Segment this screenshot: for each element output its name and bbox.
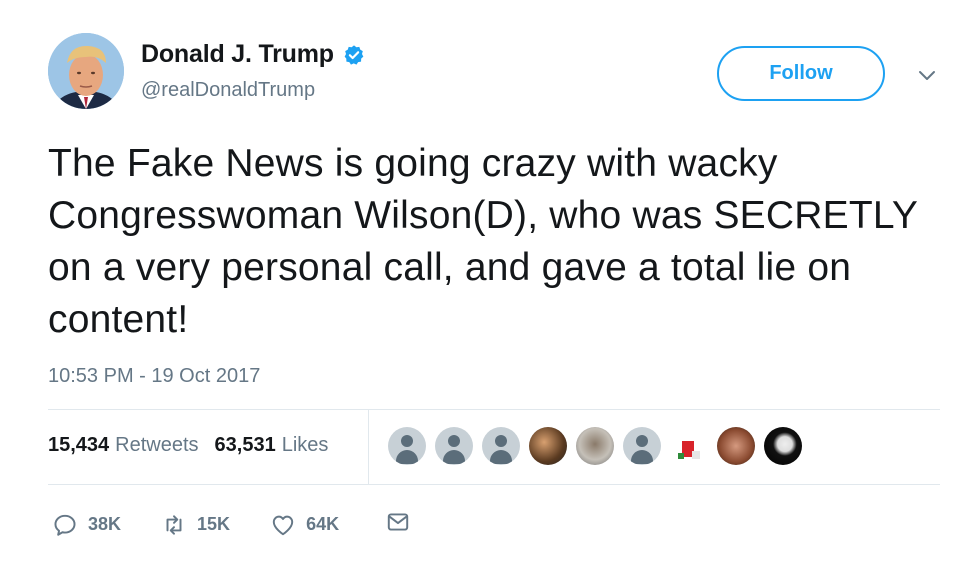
liker-avatar[interactable] (529, 427, 567, 465)
like-button[interactable]: 64K (270, 512, 339, 538)
tweet-actions: 38K 15K 64K (52, 509, 411, 540)
divider (48, 409, 940, 410)
liker-avatar[interactable] (388, 427, 426, 465)
liker-avatar[interactable] (717, 427, 755, 465)
envelope-icon (387, 513, 409, 531)
tweet-text: The Fake News is going crazy with wacky … (48, 142, 918, 341)
retweet-button[interactable]: 15K (161, 512, 230, 538)
liker-avatar[interactable] (764, 427, 802, 465)
retweets-stat[interactable]: 15,434 Retweets (48, 434, 199, 457)
reply-icon (54, 514, 76, 536)
tweet-stats: 15,434 Retweets 63,531 Likes (48, 434, 328, 457)
liker-avatar[interactable] (623, 427, 661, 465)
likes-label: Likes (281, 434, 329, 456)
retweets-label: Retweets (115, 434, 199, 456)
likes-stat[interactable]: 63,531 Likes (215, 434, 329, 457)
retweet-count: 15K (197, 514, 231, 534)
heart-icon (272, 515, 294, 535)
divider (48, 484, 940, 485)
retweet-icon (166, 514, 182, 535)
reply-count: 38K (88, 514, 122, 534)
retweets-count: 15,434 (48, 434, 110, 456)
verified-badge-icon (343, 44, 365, 66)
user-handle[interactable]: @realDonaldTrump (141, 79, 315, 102)
direct-message-button[interactable] (385, 509, 411, 540)
display-name[interactable]: Donald J. Trump (141, 40, 334, 69)
liker-avatar[interactable] (482, 427, 520, 465)
stats-divider (368, 409, 369, 484)
likes-count: 63,531 (214, 434, 276, 456)
chevron-down-icon[interactable] (916, 64, 938, 86)
reply-button[interactable]: 38K (52, 512, 121, 538)
follow-button[interactable]: Follow (717, 46, 885, 101)
liker-avatar[interactable] (576, 427, 614, 465)
liker-avatar[interactable] (435, 427, 473, 465)
tweet-card: Donald J. Trump @realDonaldTrump Follow … (0, 0, 980, 571)
avatar[interactable] (48, 33, 124, 109)
tweet-timestamp[interactable]: 10:53 PM - 19 Oct 2017 (48, 365, 260, 388)
name-row: Donald J. Trump (141, 40, 365, 69)
likers-avatars (388, 427, 802, 465)
liker-avatar[interactable] (670, 427, 708, 465)
like-count: 64K (306, 514, 340, 534)
